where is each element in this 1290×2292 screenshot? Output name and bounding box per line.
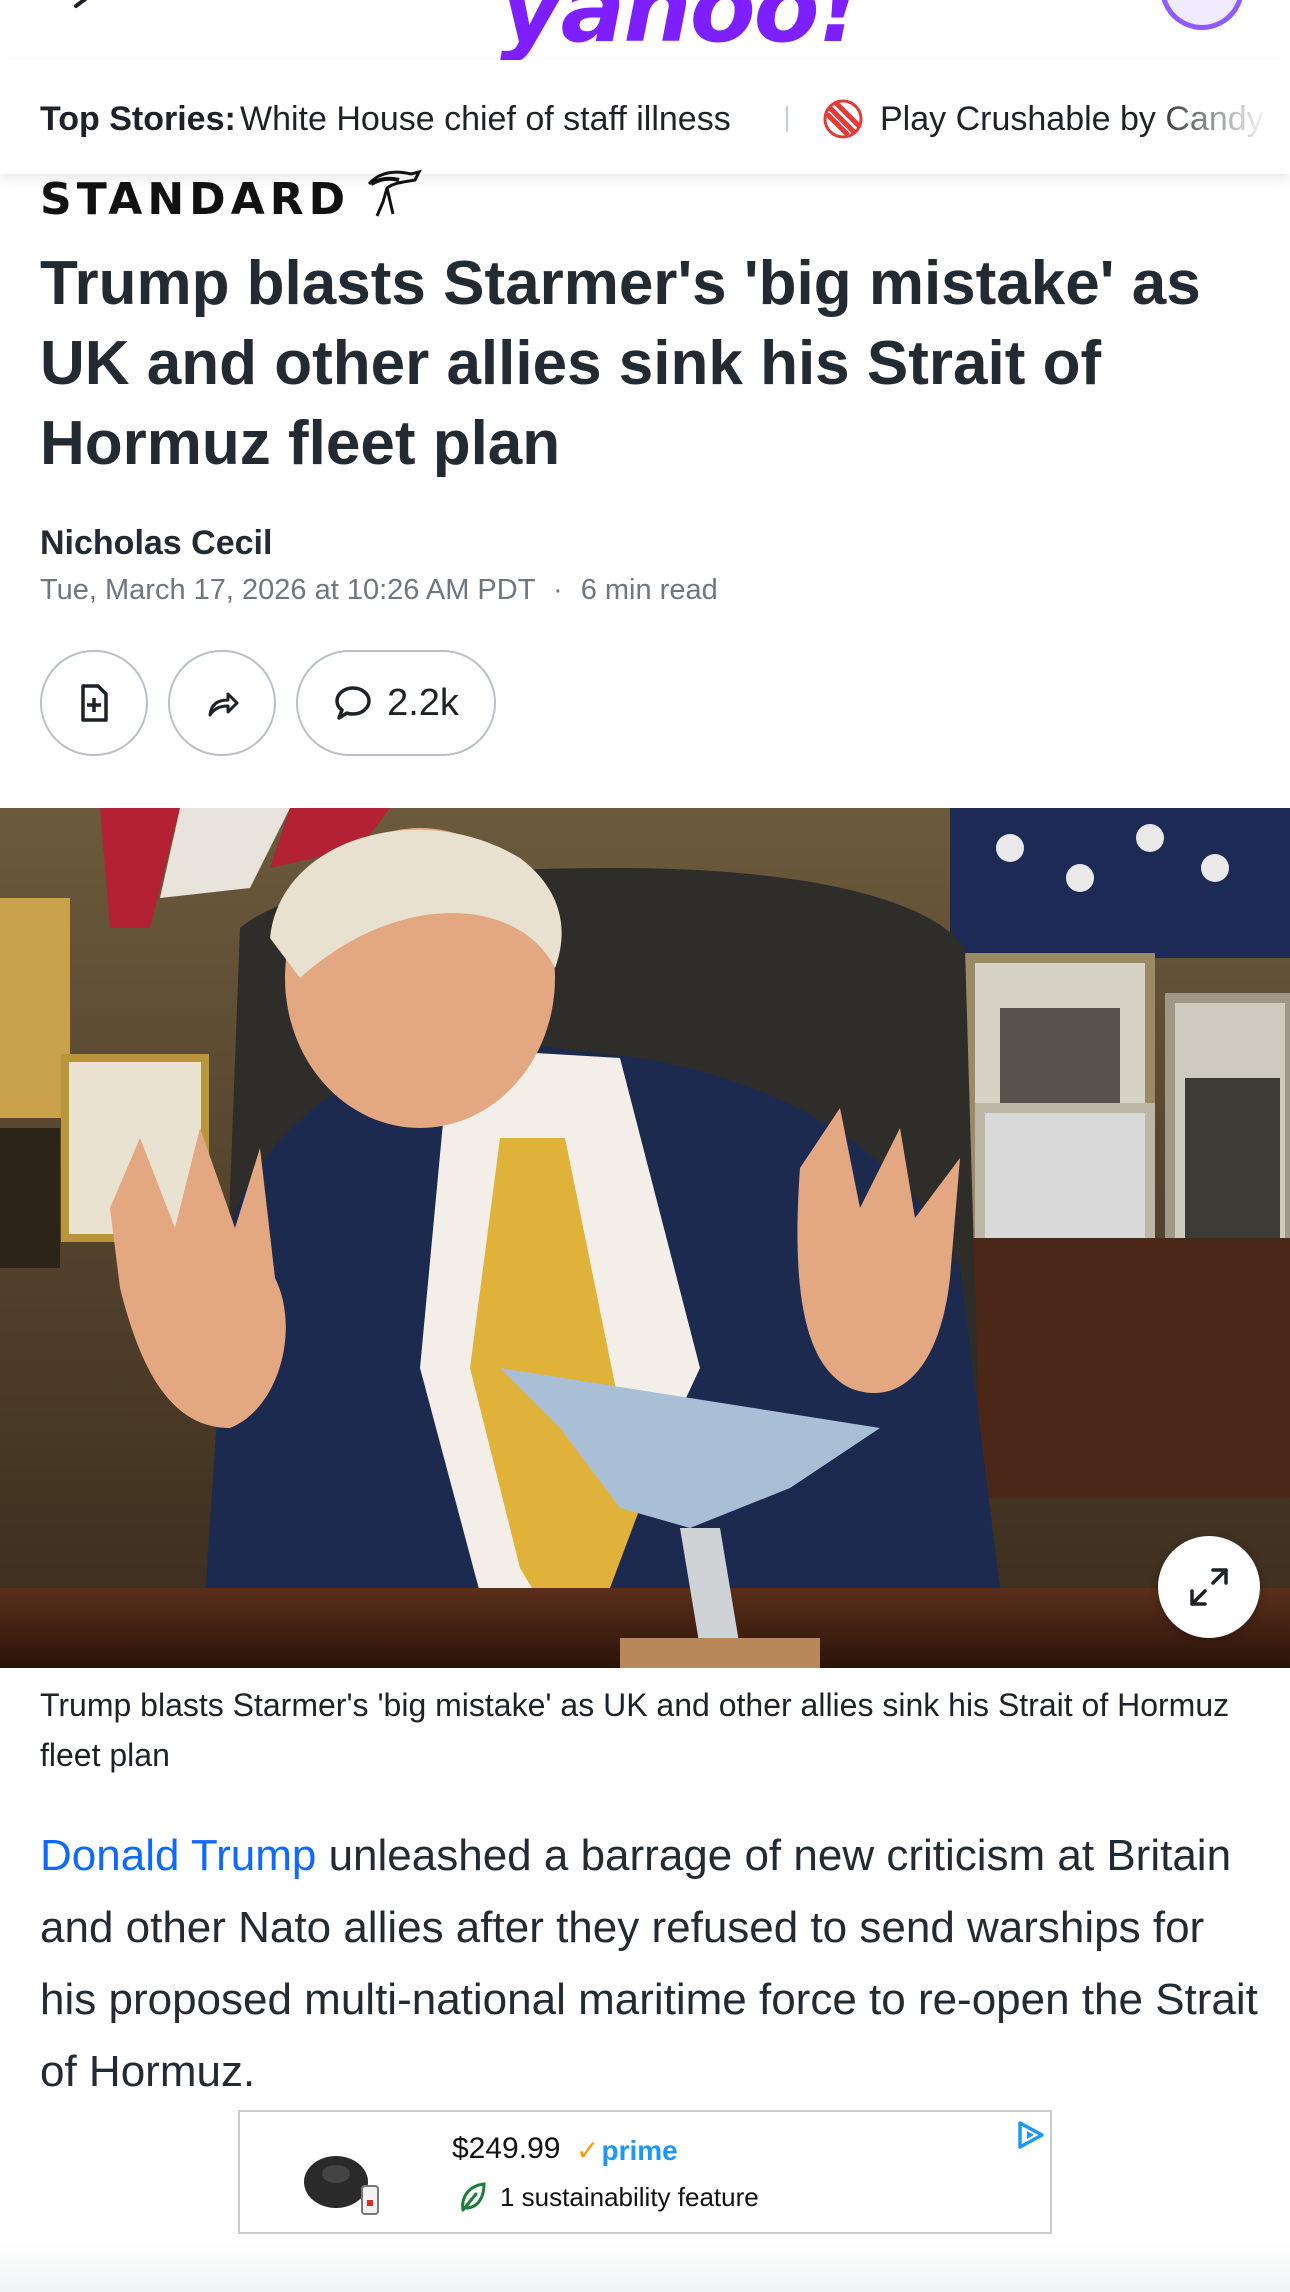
- share-icon: [208, 692, 239, 717]
- top-stories-ticker: Top Stories: White House chief of staff …: [0, 60, 1290, 174]
- expand-icon: [1190, 1568, 1228, 1606]
- candy-icon: [823, 99, 863, 139]
- image-caption: Trump blasts Starmer's 'big mistake' as …: [40, 1687, 1230, 1773]
- adchoices-icon[interactable]: [1014, 2120, 1046, 2150]
- ticker-story-link[interactable]: White House chief of staff illness: [240, 100, 731, 139]
- back-arrow-icon[interactable]: [62, 0, 98, 16]
- comment-count: 2.2k: [387, 681, 459, 724]
- yahoo-logo[interactable]: yahoo!: [500, 0, 861, 56]
- article-paragraph: Donald Trump unleashed a barrage of new …: [40, 1820, 1260, 2108]
- ticker-label: Top Stories:: [40, 100, 236, 138]
- hero-photo: [0, 808, 1290, 1668]
- ad-price: $249.99: [452, 2132, 561, 2165]
- share-button[interactable]: [168, 650, 276, 756]
- save-button[interactable]: [40, 650, 148, 756]
- robot-vacuum-image: [304, 2156, 379, 2215]
- leaf-icon: [461, 2182, 486, 2212]
- publish-date: Tue, March 17, 2026 at 10:26 AM PDT: [40, 574, 535, 606]
- publisher-logo[interactable]: STANDARD: [40, 169, 422, 225]
- ad-banner[interactable]: $249.99 ✓prime 1 sustainability feature: [238, 2110, 1052, 2234]
- save-document-icon: [81, 684, 108, 722]
- expand-image-button[interactable]: [1158, 1536, 1260, 1638]
- article-hero-image[interactable]: [0, 808, 1290, 1668]
- comments-button[interactable]: 2.2k: [296, 650, 496, 756]
- meta-separator: ·: [552, 574, 563, 606]
- ticker-divider: [786, 106, 788, 132]
- author-name[interactable]: Nicholas Cecil: [40, 524, 272, 563]
- bird-icon: [367, 169, 422, 217]
- read-time: 6 min read: [580, 574, 718, 606]
- ticker-fade: [1150, 60, 1290, 174]
- article-headline: Trump blasts Starmer's 'big mistake' as …: [40, 249, 1201, 478]
- ad-feature-text: 1 sustainability feature: [500, 2182, 759, 2212]
- prime-badge: ✓prime: [576, 2135, 678, 2166]
- bottom-fade: [0, 2240, 1290, 2292]
- donald-trump-link[interactable]: Donald Trump: [40, 1831, 316, 1880]
- prime-label: prime: [601, 2135, 678, 2166]
- profile-avatar[interactable]: [1160, 0, 1244, 30]
- publisher-name: STANDARD: [40, 174, 351, 225]
- app-header: yahoo!: [0, 0, 1290, 60]
- comment-bubble-icon: [335, 686, 371, 720]
- article-meta: Tue, March 17, 2026 at 10:26 AM PDT · 6 …: [40, 574, 718, 607]
